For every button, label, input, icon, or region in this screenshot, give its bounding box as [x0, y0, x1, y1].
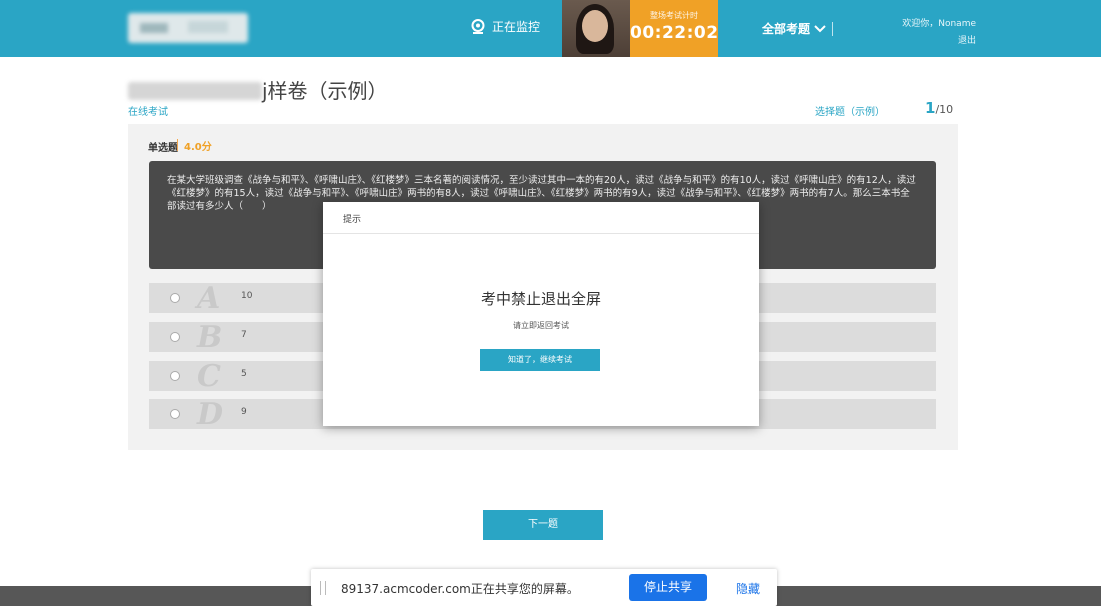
option-text: 9	[241, 407, 247, 417]
share-notice-text: 89137.acmcoder.com正在共享您的屏幕。	[341, 582, 579, 596]
timer-label: 整场考试计时	[650, 11, 698, 20]
modal-header: 提示	[323, 202, 759, 234]
breadcrumb[interactable]: 在线考试	[128, 103, 168, 118]
monitor-status: 正在监控	[470, 18, 540, 35]
fullscreen-warning-modal: 提示 考中禁止退出全屏 请立即返回考试 知道了，继续考试	[323, 202, 759, 426]
question-type: 单选题	[148, 143, 178, 154]
welcome-text: 欢迎你，Noname	[902, 19, 976, 29]
option-letter: D	[197, 397, 224, 432]
all-questions-label: 全部考题	[762, 22, 811, 36]
progress-current: 1	[925, 99, 936, 117]
webcam-preview	[562, 0, 630, 57]
option-text: 10	[241, 291, 253, 301]
drag-handle-icon[interactable]	[320, 581, 326, 595]
next-question-button[interactable]: 下一题	[483, 510, 603, 540]
progress-total: /10	[935, 103, 954, 116]
question-progress: 1/10	[925, 99, 953, 117]
monitor-status-label: 正在监控	[492, 20, 541, 34]
header-divider	[832, 22, 833, 36]
webcam-icon	[471, 18, 485, 34]
option-radio[interactable]	[170, 293, 180, 303]
question-type-info: 选择题（示例）	[815, 107, 885, 118]
question-score: 4.0分	[184, 142, 212, 153]
question-type-separator	[177, 139, 178, 151]
option-radio[interactable]	[170, 409, 180, 419]
page-title: j样卷（示例）	[262, 79, 388, 103]
all-questions-dropdown[interactable]: 全部考题	[762, 20, 826, 37]
screen-share-bar: 89137.acmcoder.com正在共享您的屏幕。 停止共享 隐藏	[311, 569, 777, 606]
exam-timer: 整场考试计时 00:22:02	[630, 0, 718, 57]
logo-blurred	[128, 13, 248, 43]
logout-link[interactable]: 退出	[866, 33, 976, 46]
option-text: 5	[241, 369, 247, 379]
option-letter: C	[197, 359, 221, 394]
title-blurred	[128, 82, 262, 100]
option-radio[interactable]	[170, 332, 180, 342]
modal-sub-message: 请立即返回考试	[513, 321, 569, 330]
modal-message: 考中禁止退出全屏	[480, 290, 601, 308]
option-letter: B	[197, 320, 223, 355]
stop-sharing-button[interactable]: 停止共享	[629, 574, 707, 601]
option-text: 7	[241, 330, 247, 340]
timer-value: 00:22:02	[630, 23, 719, 43]
option-letter: A	[197, 281, 221, 316]
user-info: 欢迎你，Noname 退出	[866, 16, 976, 46]
modal-title: 提示	[343, 215, 362, 225]
continue-exam-button[interactable]: 知道了，继续考试	[480, 349, 600, 371]
chevron-down-icon	[814, 24, 826, 32]
hide-share-link[interactable]: 隐藏	[736, 580, 760, 597]
option-radio[interactable]	[170, 371, 180, 381]
